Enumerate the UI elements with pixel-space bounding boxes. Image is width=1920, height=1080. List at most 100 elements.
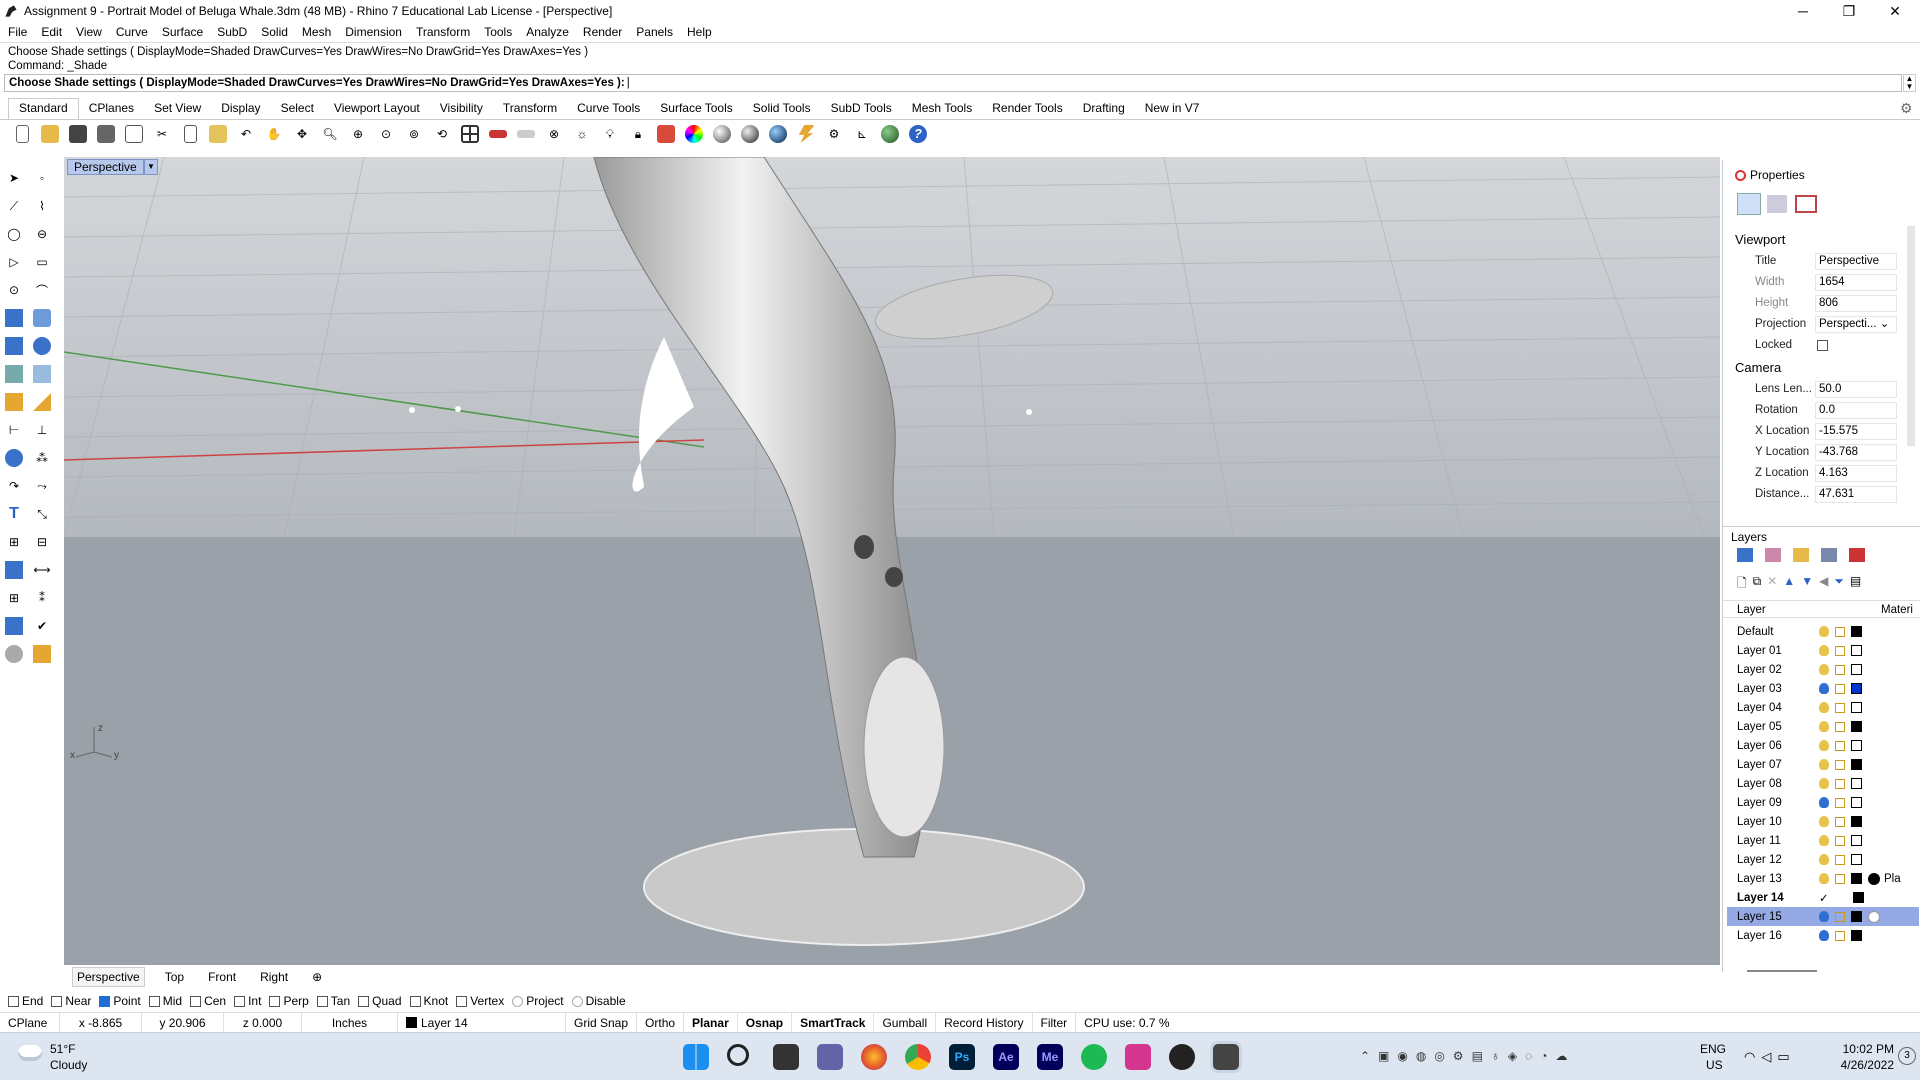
extrude-icon[interactable] [2, 306, 26, 330]
menu-panels[interactable]: Panels [636, 25, 673, 39]
status-gumball[interactable]: Gumball [874, 1012, 937, 1033]
arc-icon[interactable]: ⊙ [2, 278, 26, 302]
system-tray-icons[interactable]: ⌃▣◉◍◎⚙▤♁◈◌◔☁ [1360, 1049, 1576, 1063]
polyline-icon[interactable]: ⟋ [2, 194, 26, 218]
menu-mesh[interactable]: Mesh [302, 25, 331, 39]
layer-folder-icon[interactable] [1793, 548, 1809, 562]
osnap-perp[interactable]: Perp [269, 994, 309, 1008]
layer-row-06[interactable]: Layer 06 [1727, 736, 1919, 755]
menu-curve[interactable]: Curve [116, 25, 148, 39]
locked-checkbox[interactable] [1817, 340, 1828, 351]
osnap-near[interactable]: Near [51, 994, 91, 1008]
zoom-extents-icon[interactable]: ⊙ [372, 122, 400, 146]
tab-surface-tools[interactable]: Surface Tools [650, 99, 743, 119]
status-record-history[interactable]: Record History [936, 1012, 1033, 1033]
move-up-icon[interactable]: ▲ [1783, 574, 1795, 595]
tab-standard[interactable]: Standard [8, 98, 79, 119]
texture-icon[interactable] [30, 642, 54, 666]
menu-edit[interactable]: Edit [41, 25, 62, 39]
task-view-icon[interactable] [773, 1044, 799, 1070]
grid-array-icon[interactable]: ⊞ [2, 586, 26, 610]
layer-manager-icon[interactable] [1737, 548, 1753, 562]
surface-icon[interactable] [30, 306, 54, 330]
point-icon[interactable]: ◦ [30, 166, 54, 190]
status-filter[interactable]: Filter [1033, 1012, 1077, 1033]
lens-length-field[interactable]: 50.0 [1815, 381, 1897, 398]
drafting-tool-icon[interactable]: ⊥ [30, 418, 54, 442]
tab-mesh-tools[interactable]: Mesh Tools [902, 99, 982, 119]
rotate-view-icon[interactable]: ✥ [288, 122, 316, 146]
layer-row-12[interactable]: Layer 12 [1727, 850, 1919, 869]
y-location-field[interactable]: -43.768 [1815, 444, 1897, 461]
rhino-taskbar-icon[interactable] [1213, 1044, 1239, 1070]
checkbox[interactable] [316, 995, 328, 1007]
add-viewport-icon[interactable]: ⊕ [308, 968, 326, 986]
status-osnap[interactable]: Osnap [738, 1012, 793, 1033]
render-tool-icon[interactable] [2, 390, 26, 414]
tab-visibility[interactable]: Visibility [430, 99, 493, 119]
layer-row-14-current[interactable]: Layer 14 ✓ [1727, 888, 1919, 907]
layer-row-05[interactable]: Layer 05 [1727, 717, 1919, 736]
filter-icon[interactable]: ⏷ [1834, 574, 1844, 595]
clock-time[interactable]: 10:02 PM [1834, 1042, 1894, 1056]
layer-row-11[interactable]: Layer 11 [1727, 831, 1919, 850]
menu-analyze[interactable]: Analyze [526, 25, 569, 39]
gumball-icon[interactable]: ☼ [568, 122, 596, 146]
layer-row-08[interactable]: Layer 08 [1727, 774, 1919, 793]
osnap-cen[interactable]: Cen [190, 994, 226, 1008]
tab-subd-tools[interactable]: SubD Tools [821, 99, 902, 119]
menu-help[interactable]: Help [687, 25, 712, 39]
checkbox-checked[interactable] [99, 995, 111, 1007]
render-flash-icon[interactable] [792, 122, 820, 146]
paste-icon[interactable] [204, 122, 232, 146]
viewport-title[interactable]: Perspective [67, 159, 144, 175]
start-icon[interactable] [683, 1044, 709, 1070]
checkbox[interactable] [190, 995, 202, 1007]
pan-icon[interactable]: ✋ [260, 122, 288, 146]
layer-row-03[interactable]: Layer 03 [1727, 679, 1919, 698]
prop-height-field[interactable]: 806 [1815, 295, 1897, 312]
tab-curve-tools[interactable]: Curve Tools [567, 99, 650, 119]
print-icon[interactable] [92, 122, 120, 146]
view-settings-icon[interactable] [1795, 195, 1817, 213]
spotify-icon[interactable] [1081, 1044, 1107, 1070]
save-icon[interactable] [64, 122, 92, 146]
osnap-project[interactable]: Project [512, 994, 564, 1008]
language-code[interactable]: ENG [1700, 1042, 1726, 1056]
properties-header[interactable]: Properties [1735, 168, 1805, 182]
split-icon[interactable]: ⊟ [30, 530, 54, 554]
viewport-tab-perspective[interactable]: Perspective [72, 967, 145, 987]
polygon-icon[interactable]: ▷ [2, 250, 26, 274]
viewport-menu-arrow-icon[interactable]: ▼ [144, 159, 158, 175]
checkbox[interactable] [51, 995, 63, 1007]
xbox-icon[interactable] [1169, 1044, 1195, 1070]
named-view-icon[interactable] [484, 122, 512, 146]
rendered-sphere-icon[interactable] [736, 122, 764, 146]
checkbox[interactable] [456, 995, 468, 1007]
checkbox[interactable] [409, 995, 421, 1007]
osnap-knot[interactable]: Knot [409, 994, 448, 1008]
menu-view[interactable]: View [76, 25, 102, 39]
curve-tools-icon[interactable]: ↷ [2, 474, 26, 498]
layer-row-02[interactable]: Layer 02 [1727, 660, 1919, 679]
clock-date[interactable]: 4/26/2022 [1820, 1058, 1894, 1072]
checkbox[interactable] [571, 995, 583, 1007]
render-settings-icon[interactable] [1767, 195, 1787, 213]
app-icon[interactable] [1125, 1044, 1151, 1070]
command-input[interactable]: Choose Shade settings ( DisplayMode=Shad… [4, 74, 1902, 92]
checkbox[interactable] [269, 995, 281, 1007]
maximize-button[interactable]: ❐ [1826, 0, 1872, 22]
options-gear-icon[interactable]: ⚙ [820, 122, 848, 146]
light-tool-icon[interactable] [30, 390, 54, 414]
measure-icon[interactable]: ⟷ [30, 558, 54, 582]
analyze-icon[interactable] [2, 614, 26, 638]
layer-row-15-selected[interactable]: Layer 15 [1727, 907, 1919, 926]
tab-set-view[interactable]: Set View [144, 99, 211, 119]
dimension-icon[interactable]: ⊾ [848, 122, 876, 146]
close-button[interactable]: ✕ [1872, 0, 1918, 22]
language-region[interactable]: US [1706, 1058, 1723, 1072]
move-down-icon[interactable]: ▼ [1801, 574, 1813, 595]
status-cplane[interactable]: CPlane [0, 1012, 60, 1033]
projection-dropdown[interactable]: Perspecti... ⌄ [1815, 316, 1897, 333]
command-scroll-button[interactable]: ▲ ▼ [1903, 74, 1916, 92]
